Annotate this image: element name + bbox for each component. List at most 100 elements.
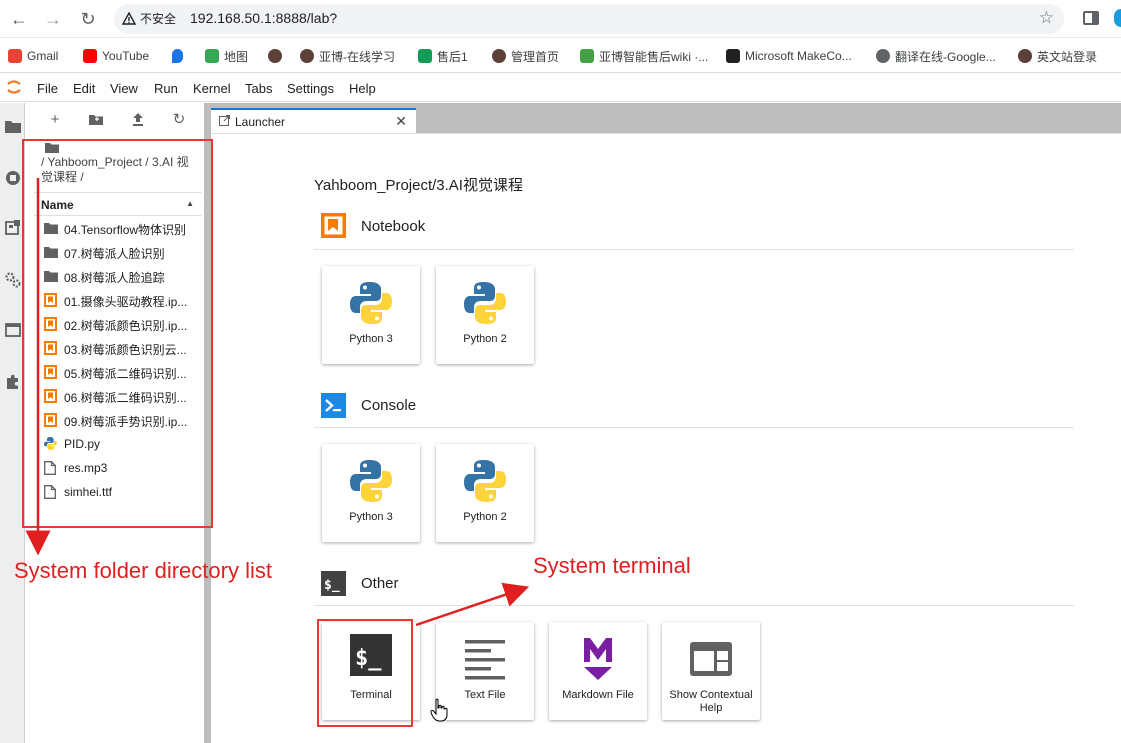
refresh-icon[interactable]: ↻	[169, 109, 189, 129]
card-console-python2[interactable]: Python 2	[436, 444, 534, 542]
text-file-icon	[465, 640, 505, 680]
card-terminal[interactable]: $_ Terminal	[322, 622, 420, 720]
property-inspector-gears-icon[interactable]	[4, 271, 22, 289]
commands-palette-icon[interactable]	[4, 219, 22, 237]
folder-tab-icon[interactable]	[4, 117, 22, 135]
bookmark-9[interactable]: Microsoft MakeCo...	[726, 47, 852, 65]
upload-icon[interactable]	[128, 109, 148, 129]
notebook-icon	[44, 293, 58, 307]
yahboom-icon	[1018, 49, 1032, 63]
file-list-item[interactable]: 04.Tensorflow物体识别	[34, 216, 202, 240]
file-list-item[interactable]: 08.树莓派人脸追踪	[34, 264, 202, 288]
close-icon[interactable]: ✕	[395, 113, 407, 130]
file-list-item[interactable]: 09.树莓派手势识别.ip...	[34, 408, 202, 432]
bookmark-1[interactable]: YouTube	[83, 47, 149, 65]
bookmark-7[interactable]: 管理首页	[492, 47, 559, 65]
reload-icon[interactable]: ↻	[77, 8, 99, 30]
annotation-folder-list-label: System folder directory list	[14, 558, 272, 583]
card-label: Python 2	[463, 333, 507, 345]
extensions-puzzle-icon[interactable]	[4, 373, 22, 391]
python-logo-icon	[464, 282, 506, 324]
section-title-console: Console	[361, 397, 417, 414]
bookmark-label: Gmail	[27, 49, 59, 63]
makecode-icon	[726, 49, 740, 63]
card-markdown-file[interactable]: Markdown File	[549, 622, 647, 720]
file-list-item[interactable]: PID.py	[34, 432, 202, 456]
card-notebook-python3[interactable]: Python 3	[322, 266, 420, 364]
menu-view[interactable]: View	[110, 81, 138, 96]
maps-icon	[205, 49, 219, 63]
menu-help[interactable]: Help	[349, 81, 376, 96]
bookmark-6[interactable]: 售后1	[418, 47, 468, 65]
file-name: 06.树莓派二维码识别...	[64, 391, 187, 405]
menu-settings[interactable]: Settings	[287, 81, 334, 96]
bookmark-label: 亚博智能售后wiki ·...	[599, 49, 709, 64]
notebook-icon	[44, 365, 58, 379]
running-sessions-icon[interactable]	[4, 169, 22, 187]
forward-icon[interactable]: →	[42, 8, 64, 30]
bookmark-star-icon[interactable]: ☆	[1039, 8, 1054, 28]
breadcrumb[interactable]: / Yahboom_Project / 3.AI 视觉课程 /	[41, 155, 199, 185]
bookmark-0[interactable]: Gmail	[8, 47, 58, 65]
file-name: 09.树莓派手势识别.ip...	[64, 415, 188, 429]
menu-edit[interactable]: Edit	[73, 81, 95, 96]
menu-kernel[interactable]: Kernel	[193, 81, 231, 96]
side-panel-icon[interactable]	[1083, 11, 1099, 25]
bookmark-11[interactable]: 英文站登录	[1018, 47, 1097, 65]
bookmark-4[interactable]	[268, 47, 282, 65]
card-console-python3[interactable]: Python 3	[322, 444, 420, 542]
yahboom-icon	[300, 49, 314, 63]
card-label: Markdown File	[562, 689, 634, 701]
back-icon[interactable]: ←	[8, 8, 30, 30]
bookmark-5[interactable]: 亚博-在线学习	[300, 47, 395, 65]
home-folder-icon[interactable]	[45, 143, 59, 153]
bookmark-10[interactable]: 翻译在线-Google...	[876, 47, 996, 65]
svg-text:$_: $_	[324, 578, 340, 593]
tab-launcher[interactable]: Launcher ✕	[211, 108, 416, 133]
python-logo-icon	[350, 282, 392, 324]
file-name: simhei.ttf	[64, 485, 113, 499]
file-list-item[interactable]: 02.树莓派颜色识别.ip...	[34, 312, 202, 336]
menu-run[interactable]: Run	[154, 81, 178, 96]
column-header-name[interactable]: Name ▲	[34, 192, 202, 216]
leaf-icon	[580, 49, 594, 63]
profile-avatar[interactable]	[1114, 9, 1121, 27]
file-list-item[interactable]: res.mp3	[34, 456, 202, 480]
card-notebook-python2[interactable]: Python 2	[436, 266, 534, 364]
file-list-item[interactable]: 05.树莓派二维码识别...	[34, 360, 202, 384]
open-tabs-icon[interactable]	[4, 321, 22, 339]
console-section-icon	[321, 393, 346, 418]
terminal-icon: $_	[350, 634, 392, 676]
section-divider	[314, 427, 1074, 428]
bookmark-3[interactable]: 地图	[205, 47, 248, 65]
url-text[interactable]: 192.168.50.1:8888/lab?	[190, 10, 337, 26]
panel-splitter[interactable]	[204, 103, 211, 743]
folder-icon	[44, 269, 58, 283]
file-list-item[interactable]: simhei.ttf	[34, 480, 202, 504]
address-bar[interactable]: 不安全 192.168.50.1:8888/lab? ☆	[114, 4, 1064, 34]
markdown-icon	[584, 638, 612, 680]
menu-tabs[interactable]: Tabs	[245, 81, 272, 96]
gmail-icon	[8, 49, 22, 63]
file-list-item[interactable]: 07.树莓派人脸识别	[34, 240, 202, 264]
security-label: 不安全	[140, 12, 177, 26]
file-list-item[interactable]: 03.树莓派颜色识别云...	[34, 336, 202, 360]
card-text-file[interactable]: Text File	[436, 622, 534, 720]
security-chip[interactable]: 不安全	[122, 10, 176, 27]
bookmark-label: 英文站登录	[1037, 49, 1098, 64]
file-list-item[interactable]: 01.摄像头驱动教程.ip...	[34, 288, 202, 312]
bookmark-8[interactable]: 亚博智能售后wiki ·...	[580, 47, 708, 65]
file-list-item[interactable]: 06.树莓派二维码识别...	[34, 384, 202, 408]
card-contextual-help[interactable]: Show Contextual Help	[662, 622, 760, 720]
menu-file[interactable]: File	[37, 81, 58, 96]
new-launcher-plus-icon[interactable]: +	[45, 109, 65, 129]
folder-icon	[44, 245, 58, 259]
new-folder-icon[interactable]	[86, 109, 106, 129]
bookmark-2[interactable]	[172, 47, 183, 65]
file-name: 08.树莓派人脸追踪	[64, 271, 165, 285]
globe-icon	[876, 49, 890, 63]
card-label: Terminal	[350, 689, 392, 701]
python-logo-icon	[464, 460, 506, 502]
youtube-icon	[83, 49, 97, 63]
card-label: Text File	[464, 689, 506, 701]
